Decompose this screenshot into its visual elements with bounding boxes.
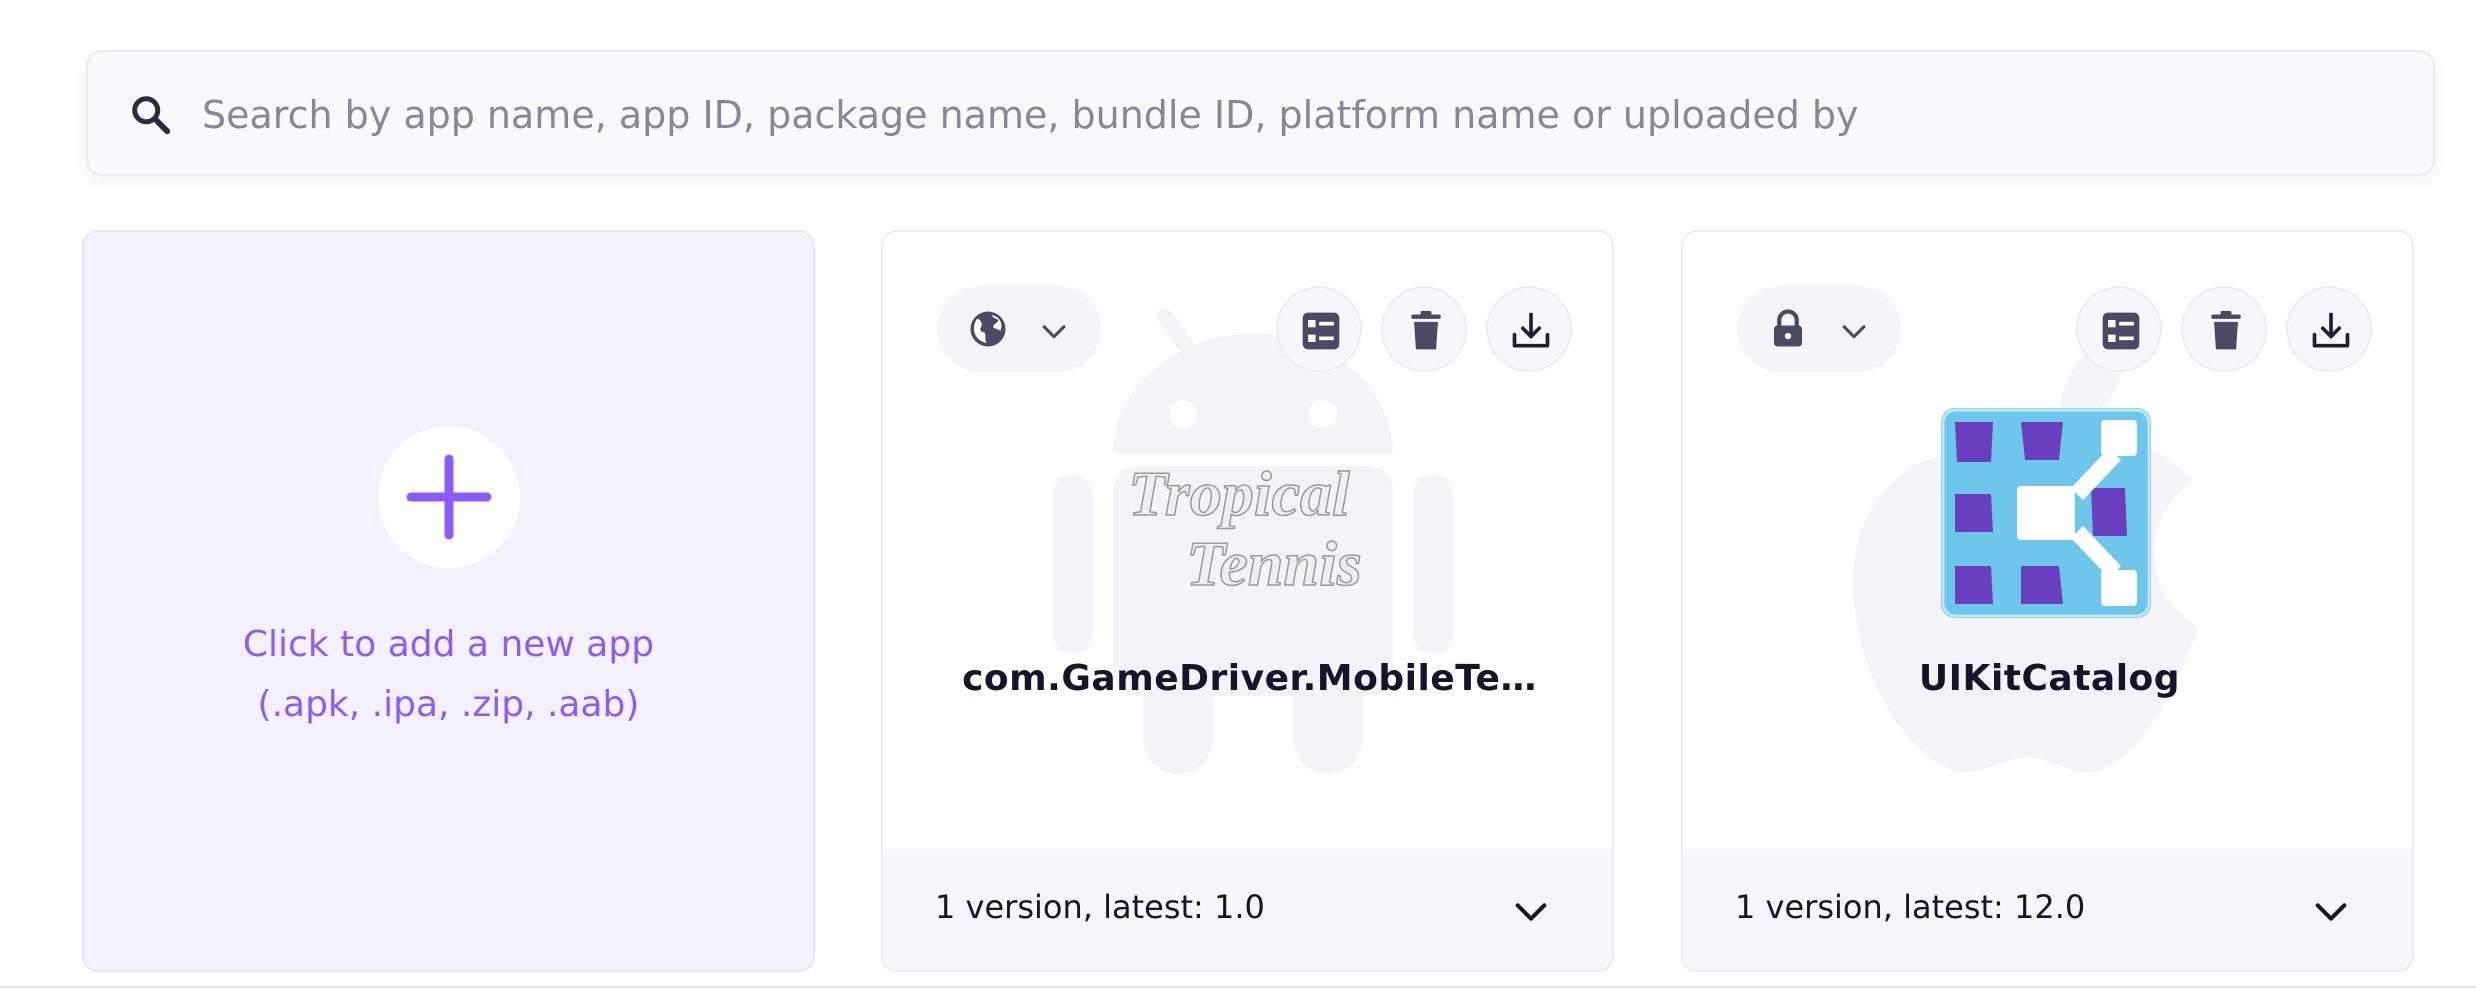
app-card: UIKitCatalog 1 version, latest: 12.0	[1681, 230, 2414, 972]
search-bar	[86, 50, 2435, 176]
versions-dropdown[interactable]: 1 version, latest: 1.0	[883, 850, 1612, 970]
delete-app-button[interactable]	[1381, 286, 1467, 372]
chevron-down-icon	[1515, 903, 1547, 921]
search-icon	[132, 96, 171, 135]
versions-dropdown[interactable]: 1 version, latest: 12.0	[1683, 850, 2412, 970]
lock-icon	[1774, 309, 1802, 347]
details-list-icon	[1302, 312, 1340, 350]
app-details-button[interactable]	[2076, 286, 2162, 372]
add-app-label: Click to add a new app	[242, 624, 655, 665]
bottom-divider	[0, 986, 2476, 988]
versions-summary: 1 version, latest: 12.0	[1735, 888, 2086, 926]
app-name: UIKitCatalog	[1918, 658, 2181, 699]
download-app-button[interactable]	[2286, 286, 2372, 372]
app-card: Tropical Tennis com.GameDriver.MobileTe……	[881, 230, 1614, 972]
chevron-down-icon	[2315, 903, 2347, 921]
add-app-file-types: (.apk, .ipa, .zip, .aab)	[257, 684, 640, 725]
trash-icon	[2211, 310, 2241, 350]
versions-summary: 1 version, latest: 1.0	[935, 888, 1265, 926]
tropical-tennis-logo: Tropical Tennis	[1127, 457, 1362, 600]
app-name: com.GameDriver.MobileTe…	[962, 658, 1537, 699]
details-list-icon	[2102, 312, 2140, 350]
add-app-card[interactable]: Click to add a new app (.apk, .ipa, .zip…	[82, 230, 815, 972]
logo-text-tennis: Tennis	[1186, 528, 1362, 599]
search-input[interactable]	[202, 76, 2382, 154]
uikitcatalog-logo	[1941, 408, 2151, 618]
globe-icon	[970, 311, 1006, 347]
logo-text-tropical: Tropical	[1128, 458, 1350, 529]
app-details-button[interactable]	[1276, 286, 1362, 372]
trash-icon	[1411, 310, 1441, 350]
download-icon	[1512, 312, 1550, 348]
plus-icon	[406, 454, 492, 540]
chevron-down-icon	[1042, 325, 1066, 339]
download-icon	[2312, 312, 2350, 348]
delete-app-button[interactable]	[2181, 286, 2267, 372]
visibility-dropdown[interactable]	[1737, 286, 1901, 372]
visibility-dropdown[interactable]	[937, 286, 1101, 372]
chevron-down-icon	[1842, 325, 1866, 339]
download-app-button[interactable]	[1486, 286, 1572, 372]
add-app-circle[interactable]	[378, 426, 520, 568]
